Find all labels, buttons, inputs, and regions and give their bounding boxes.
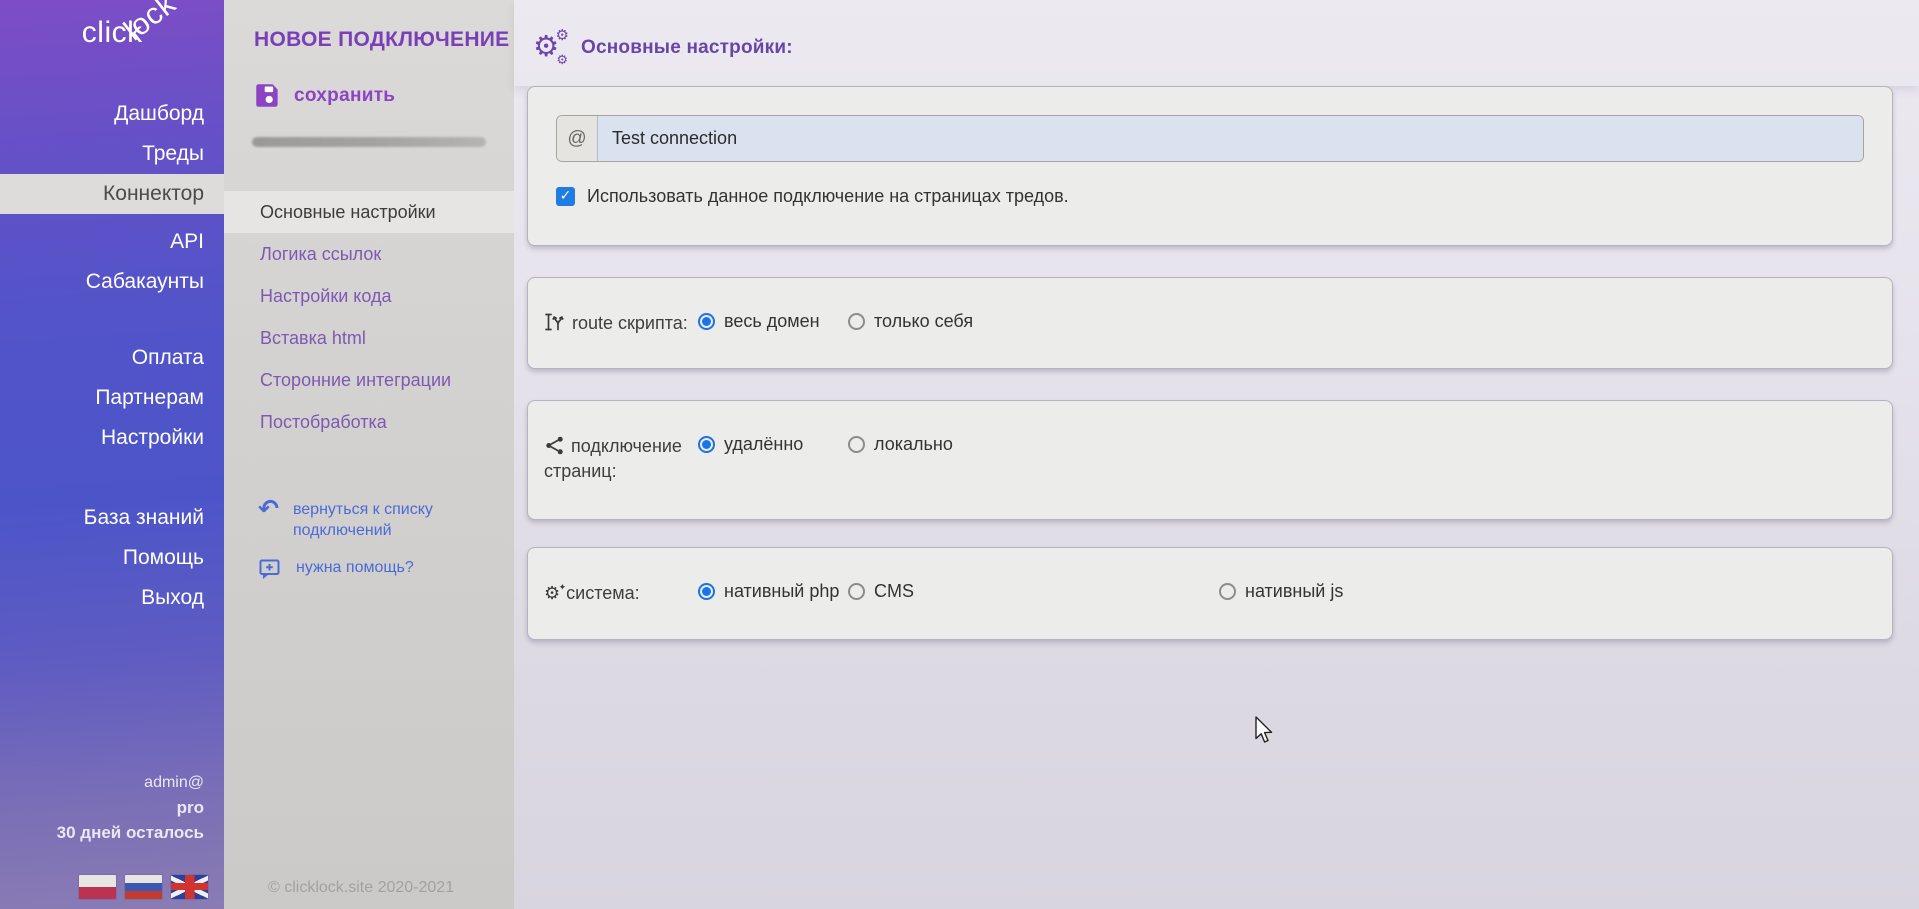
radio-unselected-icon[interactable] (848, 436, 865, 453)
save-button-label: сохранить (294, 85, 395, 107)
system-setting-label: ⚙✦ система: (544, 581, 698, 606)
back-to-connections-link[interactable]: ↶ вернуться к списку подключений (224, 499, 514, 541)
panel-links: ↶ вернуться к списку подключений нужна п… (224, 499, 514, 581)
radio-option-label: CMS (874, 581, 914, 602)
route-setting-text: route скрипта: (572, 313, 688, 333)
radio-option-native-js[interactable]: нативный js (1219, 581, 1343, 602)
route-setting-label: route скрипта: (544, 311, 698, 336)
account-email: admin@ (57, 770, 204, 795)
radio-option-label: весь домен (724, 311, 820, 332)
account-plan-badge: pro (57, 795, 204, 820)
panel-divider (252, 137, 486, 147)
radio-option-remote[interactable]: удалённо (698, 434, 848, 455)
sidebar-item-connector[interactable]: Коннектор (0, 174, 224, 214)
radio-option-only-self[interactable]: только себя (848, 311, 1219, 332)
radio-option-label: только себя (874, 311, 973, 332)
sidebar-item-logout[interactable]: Выход (0, 578, 224, 618)
flag-poland-icon[interactable] (79, 875, 116, 899)
sidebar-item-threads[interactable]: Треды (0, 134, 224, 174)
app-root: { "app": { "logo": { "part1": "click", "… (0, 0, 1919, 909)
account-days-left: 30 дней осталось (57, 820, 204, 845)
undo-arrow-icon: ↶ (258, 499, 279, 519)
sidebar-item-dashboard[interactable]: Дашборд (0, 94, 224, 134)
mouse-cursor (1255, 716, 1277, 746)
sidebar-nav: Дашборд Треды Коннектор API Сабакаунты О… (0, 0, 224, 618)
main-header: ⚙⚙⚙ Основные настройки: (514, 0, 1919, 86)
floppy-disk-icon (254, 82, 281, 109)
connection-name-card: @ Использовать данное подключение на стр… (527, 86, 1893, 246)
sidebar-item-settings[interactable]: Настройки (0, 418, 224, 458)
use-on-threads-checkbox[interactable] (556, 187, 575, 206)
language-switcher (79, 875, 208, 899)
radio-selected-icon[interactable] (698, 583, 715, 600)
system-setting-card: ⚙✦ система: нативный php CMS нативный js (527, 547, 1893, 640)
flag-uk-icon[interactable] (171, 875, 208, 899)
radio-option-label: нативный js (1245, 581, 1343, 602)
need-help-link[interactable]: нужна помощь? (224, 557, 514, 581)
panel-menu-item-link-logic[interactable]: Логика ссылок (224, 233, 514, 275)
radio-option-native-php[interactable]: нативный php (698, 581, 848, 602)
flag-russia-icon[interactable] (125, 875, 162, 899)
share-icon (544, 435, 565, 456)
gear-sparkle-icon: ⚙✦ (544, 583, 560, 604)
panel-menu-item-integrations[interactable]: Сторонние интеграции (224, 359, 514, 401)
use-on-threads-label: Использовать данное подключение на стран… (587, 186, 1069, 207)
route-split-icon (544, 311, 566, 333)
sidebar-item-knowledge-base[interactable]: База знаний (0, 498, 224, 538)
main-content: ⚙⚙⚙ Основные настройки: @ Использовать д… (514, 0, 1919, 909)
sidebar: clicklock Дашборд Треды Коннектор API Са… (0, 0, 224, 909)
route-setting-card: route скрипта: весь домен только себя (527, 277, 1893, 369)
radio-option-label: нативный php (724, 581, 839, 602)
radio-option-cms[interactable]: CMS (848, 581, 1219, 602)
copyright-footer: © clicklock.site 2020-2021 (268, 879, 454, 897)
pages-setting-label: подключение страниц: (544, 434, 698, 484)
radio-unselected-icon[interactable] (1219, 583, 1236, 600)
page-title: Основные настройки: (581, 37, 793, 59)
save-button[interactable]: сохранить (254, 82, 514, 109)
pages-connection-card: подключение страниц: удалённо локально (527, 400, 1893, 520)
account-info: admin@ pro 30 дней осталось (57, 770, 204, 845)
connection-name-input[interactable] (598, 116, 1863, 161)
gears-icon: ⚙⚙⚙ (533, 31, 569, 65)
sidebar-item-subaccounts[interactable]: Сабакаунты (0, 262, 224, 302)
help-link-label: нужна помощь? (296, 557, 461, 578)
use-on-threads-row: Использовать данное подключение на стран… (556, 186, 1864, 207)
radio-selected-icon[interactable] (698, 313, 715, 330)
radio-option-whole-domain[interactable]: весь домен (698, 311, 848, 332)
radio-option-label: локально (874, 434, 953, 455)
panel-title: НОВОЕ ПОДКЛЮЧЕНИЕ (254, 28, 514, 52)
radio-option-label: удалённо (724, 434, 803, 455)
radio-option-local[interactable]: локально (848, 434, 1219, 455)
panel-menu-item-basic-settings[interactable]: Основные настройки (224, 191, 514, 233)
sidebar-item-api[interactable]: API (0, 222, 224, 262)
panel-menu-item-postprocessing[interactable]: Постобработка (224, 401, 514, 443)
panel-menu-item-code-settings[interactable]: Настройки кода (224, 275, 514, 317)
panel-menu: Основные настройки Логика ссылок Настрой… (224, 191, 514, 443)
system-setting-text: система: (566, 583, 640, 603)
radio-selected-icon[interactable] (698, 436, 715, 453)
sidebar-item-partners[interactable]: Партнерам (0, 378, 224, 418)
radio-unselected-icon[interactable] (848, 583, 865, 600)
sidebar-item-payment[interactable]: Оплата (0, 338, 224, 378)
back-link-label: вернуться к списку подключений (293, 499, 458, 541)
at-sign-icon: @ (557, 116, 598, 161)
sidebar-item-help[interactable]: Помощь (0, 538, 224, 578)
connection-name-group: @ (556, 115, 1864, 162)
panel-menu-item-html-insert[interactable]: Вставка html (224, 317, 514, 359)
radio-unselected-icon[interactable] (848, 313, 865, 330)
connection-panel: НОВОЕ ПОДКЛЮЧЕНИЕ сохранить Основные нас… (224, 0, 514, 909)
add-comment-icon (258, 557, 282, 581)
